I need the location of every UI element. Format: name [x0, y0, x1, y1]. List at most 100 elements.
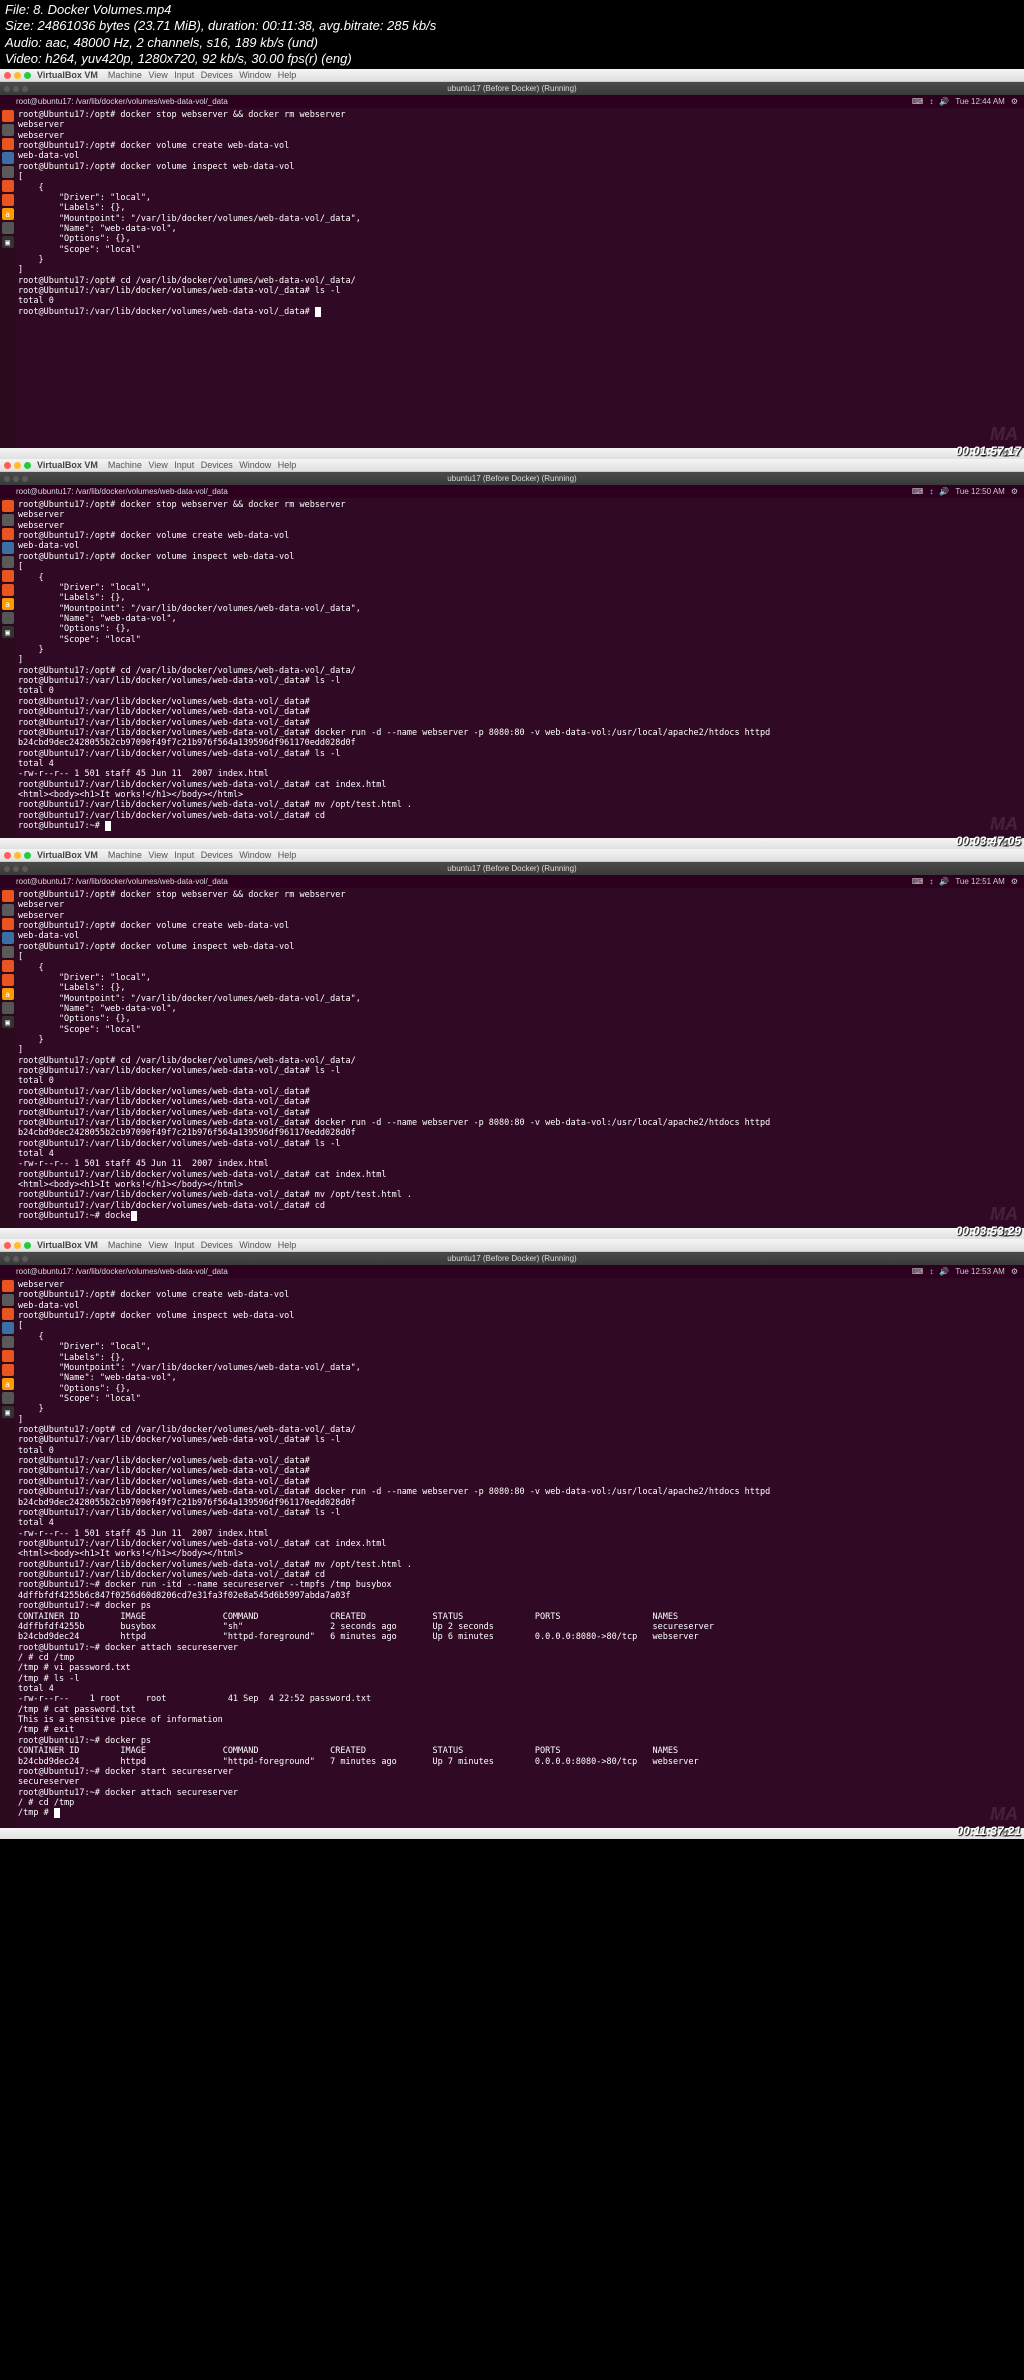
ubuntu-logo-icon[interactable] — [2, 1280, 14, 1292]
gear-icon[interactable]: ⚙ — [1011, 487, 1018, 496]
network-icon[interactable]: ↕ — [929, 487, 933, 496]
gear-icon[interactable]: ⚙ — [1011, 877, 1018, 886]
unity-launcher[interactable]: a▣ — [0, 498, 15, 838]
calc-icon[interactable] — [2, 556, 14, 568]
ubuntu-logo-icon[interactable] — [2, 110, 14, 122]
sound-icon[interactable]: 🔊 — [939, 1267, 949, 1276]
minimize-icon[interactable] — [14, 462, 21, 469]
terminal-icon[interactable]: ▣ — [2, 1406, 14, 1418]
amazon-icon[interactable]: a — [2, 1378, 14, 1390]
network-icon[interactable]: ↕ — [929, 1267, 933, 1276]
sound-icon[interactable]: 🔊 — [939, 487, 949, 496]
firefox-icon[interactable] — [2, 918, 14, 930]
terminal-output[interactable]: root@Ubuntu17:/opt# docker stop webserve… — [15, 108, 1024, 448]
firefox-icon[interactable] — [2, 1308, 14, 1320]
impress-icon[interactable] — [2, 180, 14, 192]
gear-icon[interactable]: ⚙ — [1011, 1267, 1018, 1276]
maximize-icon[interactable] — [24, 462, 31, 469]
maximize-icon[interactable] — [24, 852, 31, 859]
window-title: VirtualBox VM — [37, 1240, 98, 1250]
mac-titlebar[interactable]: VirtualBox VM Machine View Input Devices… — [0, 459, 1024, 472]
files-icon[interactable] — [2, 1294, 14, 1306]
minimize-icon[interactable] — [14, 852, 21, 859]
close-icon[interactable] — [4, 462, 11, 469]
keyboard-icon[interactable]: ⌨ — [912, 877, 924, 886]
minimize-icon[interactable] — [14, 1242, 21, 1249]
terminal-icon[interactable]: ▣ — [2, 626, 14, 638]
ubuntu-logo-icon[interactable] — [2, 890, 14, 902]
files-icon[interactable] — [2, 124, 14, 136]
writer-icon[interactable] — [2, 1322, 14, 1334]
ubuntu-topbar[interactable]: root@ubuntu17: /var/lib/docker/volumes/w… — [0, 485, 1024, 498]
impress-icon[interactable] — [2, 570, 14, 582]
settings-icon[interactable] — [2, 612, 14, 624]
firefox-icon[interactable] — [2, 528, 14, 540]
file-audio: Audio: aac, 48000 Hz, 2 channels, s16, 1… — [5, 35, 1019, 51]
software-icon[interactable] — [2, 1364, 14, 1376]
close-icon[interactable] — [4, 72, 11, 79]
amazon-icon[interactable]: a — [2, 208, 14, 220]
amazon-icon[interactable]: a — [2, 988, 14, 1000]
unity-launcher[interactable]: a ▣ — [0, 108, 15, 448]
calc-icon[interactable] — [2, 166, 14, 178]
clock[interactable]: Tue 12:53 AM — [955, 1267, 1005, 1276]
terminal-icon[interactable]: ▣ — [2, 1016, 14, 1028]
files-icon[interactable] — [2, 514, 14, 526]
mac-titlebar[interactable]: VirtualBox VMMachine View Input Devices … — [0, 849, 1024, 862]
gear-icon[interactable]: ⚙ — [1011, 97, 1018, 106]
menubar[interactable]: Machine View Input Devices Window Help — [108, 460, 296, 470]
amazon-icon[interactable]: a — [2, 598, 14, 610]
keyboard-icon[interactable]: ⌨ — [912, 97, 924, 106]
software-icon[interactable] — [2, 194, 14, 206]
mac-titlebar[interactable]: VirtualBox VM Machine View Input Devices … — [0, 1239, 1024, 1252]
writer-icon[interactable] — [2, 542, 14, 554]
terminal-icon[interactable]: ▣ — [2, 236, 14, 248]
network-icon[interactable]: ↕ — [929, 877, 933, 886]
settings-icon[interactable] — [2, 1392, 14, 1404]
clock[interactable]: Tue 12:51 AM — [955, 877, 1005, 886]
writer-icon[interactable] — [2, 152, 14, 164]
settings-icon[interactable] — [2, 222, 14, 234]
vbox-status-bar: ◉ ◎ ▦ ⎘ — [0, 448, 1024, 459]
firefox-icon[interactable] — [2, 138, 14, 150]
maximize-icon[interactable] — [24, 72, 31, 79]
clock[interactable]: Tue 12:50 AM — [955, 487, 1005, 496]
network-icon[interactable]: ↕ — [929, 97, 933, 106]
files-icon[interactable] — [2, 904, 14, 916]
traffic-lights[interactable] — [4, 72, 31, 79]
close-icon[interactable] — [4, 852, 11, 859]
impress-icon[interactable] — [2, 1350, 14, 1362]
maximize-icon[interactable] — [24, 1242, 31, 1249]
vm-min-icon[interactable] — [13, 86, 19, 92]
ubuntu-topbar[interactable]: root@ubuntu17: /var/lib/docker/volumes/w… — [0, 875, 1024, 888]
keyboard-icon[interactable]: ⌨ — [912, 1267, 924, 1276]
menubar[interactable]: Machine View Input Devices Window Help — [108, 70, 296, 80]
video-timestamp: 00:03:53:29 — [956, 1224, 1021, 1238]
writer-icon[interactable] — [2, 932, 14, 944]
settings-icon[interactable] — [2, 1002, 14, 1014]
software-icon[interactable] — [2, 974, 14, 986]
mac-titlebar[interactable]: VirtualBox VM Machine View Input Devices… — [0, 69, 1024, 82]
vm-close-icon[interactable] — [4, 86, 10, 92]
keyboard-icon[interactable]: ⌨ — [912, 487, 924, 496]
minimize-icon[interactable] — [14, 72, 21, 79]
unity-launcher[interactable]: a▣ — [0, 888, 15, 1228]
terminal-output[interactable]: root@Ubuntu17:/opt# docker stop webserve… — [15, 498, 1024, 838]
unity-launcher[interactable]: a▣ — [0, 1278, 15, 1828]
clock[interactable]: Tue 12:44 AM — [955, 97, 1005, 106]
terminal-output[interactable]: webserverroot@Ubuntu17:/opt# docker volu… — [15, 1278, 1024, 1828]
software-icon[interactable] — [2, 584, 14, 596]
vm-max-icon[interactable] — [22, 86, 28, 92]
calc-icon[interactable] — [2, 1336, 14, 1348]
impress-icon[interactable] — [2, 960, 14, 972]
ubuntu-topbar[interactable]: root@ubuntu17: /var/lib/docker/volumes/w… — [0, 1265, 1024, 1278]
calc-icon[interactable] — [2, 946, 14, 958]
sound-icon[interactable]: 🔊 — [939, 877, 949, 886]
ubuntu-logo-icon[interactable] — [2, 500, 14, 512]
menubar[interactable]: Machine View Input Devices Window Help — [108, 850, 296, 860]
sound-icon[interactable]: 🔊 — [939, 97, 949, 106]
terminal-output[interactable]: root@Ubuntu17:/opt# docker stop webserve… — [15, 888, 1024, 1228]
ubuntu-topbar[interactable]: root@ubuntu17: /var/lib/docker/volumes/w… — [0, 95, 1024, 108]
close-icon[interactable] — [4, 1242, 11, 1249]
menubar[interactable]: Machine View Input Devices Window Help — [108, 1240, 296, 1250]
